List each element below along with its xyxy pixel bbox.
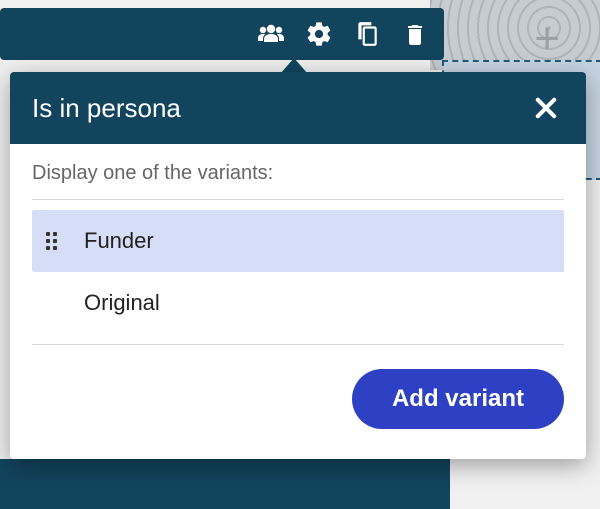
add-block-plus[interactable]: +: [534, 14, 560, 64]
variant-item-original[interactable]: Original: [32, 272, 564, 334]
trash-icon[interactable]: [398, 17, 432, 51]
variant-label: Funder: [84, 228, 154, 254]
persona-popover: Is in persona Display one of the variant…: [10, 72, 586, 459]
variant-list: Funder Original: [32, 210, 564, 334]
variant-item-funder[interactable]: Funder: [32, 210, 564, 272]
variant-label: Original: [84, 290, 160, 316]
popover-footer: Add variant: [10, 345, 586, 459]
add-variant-button[interactable]: Add variant: [352, 369, 564, 429]
popover-body: Display one of the variants: Funder Orig…: [10, 144, 586, 345]
popover-header: Is in persona: [10, 72, 586, 144]
popover-title: Is in persona: [32, 93, 181, 124]
close-button[interactable]: [528, 90, 564, 126]
people-icon[interactable]: [254, 17, 288, 51]
close-icon: [532, 94, 560, 122]
block-toolbar: [0, 8, 444, 60]
copy-icon[interactable]: [350, 17, 384, 51]
drag-handle-icon[interactable]: [46, 232, 68, 250]
instruction-text: Display one of the variants:: [32, 162, 564, 199]
gear-icon[interactable]: [302, 17, 336, 51]
background-lower-bar: [0, 459, 450, 509]
divider: [32, 199, 564, 200]
